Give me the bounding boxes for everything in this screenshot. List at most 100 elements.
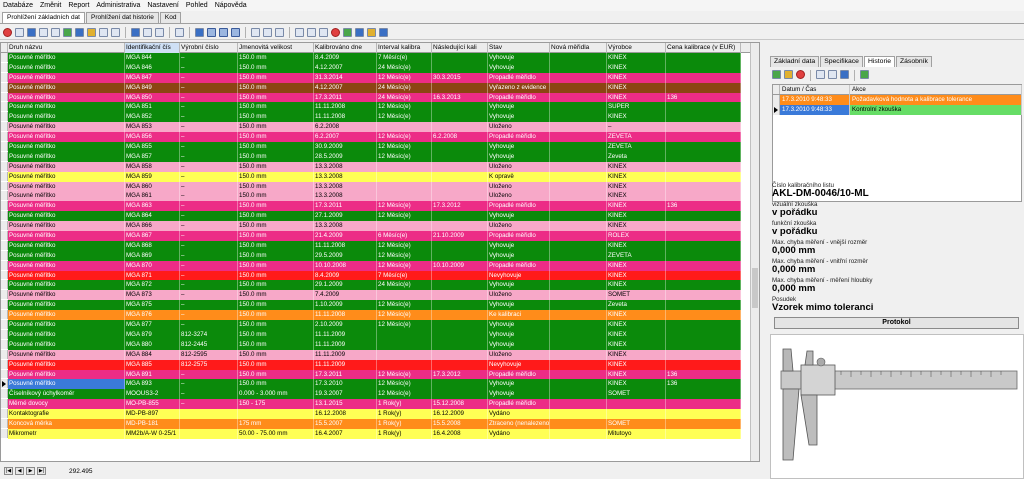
row-selector[interactable] bbox=[1, 359, 8, 369]
row-selector[interactable] bbox=[1, 270, 8, 280]
table-row[interactable]: Posuvné měřítko MGA 884 812-2595 150.0 mm 11… bbox=[1, 349, 759, 360]
doc-tab-0[interactable]: Prohlížení základních dat bbox=[2, 12, 85, 23]
table-row[interactable]: Posuvné měřítko MGA 861–150.0 mm 13.3.2008… bbox=[1, 191, 759, 202]
history-column-header[interactable]: Akce bbox=[850, 85, 1022, 95]
table-row[interactable]: Posuvné měřítko MGA 875–150.0 mm 1.10.2009… bbox=[1, 300, 759, 311]
tab-0[interactable]: Základní data bbox=[770, 56, 820, 67]
table-row[interactable]: Posuvné měřítko MGA 857–150.0 mm 28.5.2009… bbox=[1, 151, 759, 162]
row-selector[interactable] bbox=[1, 221, 8, 231]
column-header[interactable]: Stav bbox=[488, 43, 550, 53]
row-selector[interactable] bbox=[1, 379, 8, 389]
row-selector[interactable] bbox=[1, 132, 8, 142]
toolbar-action-32-icon[interactable] bbox=[367, 27, 376, 37]
table-row[interactable]: Posuvné měřítko MGA 864–150.0 mm 27.1.2009… bbox=[1, 211, 759, 222]
row-selector[interactable] bbox=[1, 409, 8, 418]
row-selector[interactable] bbox=[1, 72, 8, 82]
row-selector[interactable] bbox=[1, 280, 8, 290]
table-row[interactable]: Posuvné měřítko MGA 869–150.0 mm 29.5.2009… bbox=[1, 250, 759, 261]
table-row[interactable]: Měrné dovocy MO-PB-855–150 - 175 13.1.2015… bbox=[1, 399, 759, 410]
row-selector[interactable] bbox=[1, 418, 8, 428]
column-header[interactable]: Výrobce bbox=[607, 43, 666, 53]
scroll-thumb[interactable] bbox=[752, 268, 758, 308]
copy-icon[interactable] bbox=[51, 27, 60, 37]
table-row[interactable]: Posuvné měřítko MGA 858–150.0 mm 13.3.2008… bbox=[1, 161, 759, 172]
table-row[interactable]: Posuvné měřítko MGA 891–150.0 mm 17.3.2011… bbox=[1, 369, 759, 380]
row-selector[interactable] bbox=[1, 102, 8, 112]
delete-icon[interactable] bbox=[796, 70, 805, 79]
history-row[interactable]: 17.3.2010 9:48:33 Kontrolní zkouška bbox=[773, 105, 1022, 115]
instrument-grid[interactable]: Druh názvu Identifikační čís Výrobní číslo… bbox=[0, 42, 760, 462]
column-header[interactable]: Druh názvu bbox=[8, 43, 125, 53]
tab-2[interactable]: Historie bbox=[863, 56, 895, 67]
toolbar-action-20-icon[interactable] bbox=[231, 27, 240, 37]
menu-item-4[interactable]: Nastavení bbox=[147, 2, 179, 9]
next-record-button[interactable]: ▶ bbox=[26, 467, 35, 475]
table-row[interactable]: Posuvné měřítko MGA 863–150.0 mm 17.3.2011… bbox=[1, 201, 759, 212]
row-selector[interactable] bbox=[1, 300, 8, 310]
toolbar-action-17-icon[interactable] bbox=[195, 27, 204, 37]
table-row[interactable]: Posuvné měřítko MGA 877–150.0 mm 2.10.2009… bbox=[1, 320, 759, 330]
column-header[interactable]: Jmenovitá velikost bbox=[238, 43, 314, 53]
column-header[interactable]: Interval kalibra bbox=[377, 43, 432, 53]
preview-icon[interactable] bbox=[111, 27, 120, 37]
table-row[interactable]: Posuvné měřítko MGA 880 812-2445 150.0 mm 11… bbox=[1, 339, 759, 350]
column-header[interactable]: Cena kalibrace (v EUR) bbox=[666, 43, 741, 53]
toolbar-action-22-icon[interactable] bbox=[251, 27, 260, 37]
save-icon[interactable] bbox=[39, 27, 48, 37]
first-record-button[interactable]: |◀ bbox=[4, 467, 13, 475]
toolbar-action-26-icon[interactable] bbox=[295, 27, 304, 37]
row-selector[interactable] bbox=[1, 122, 8, 132]
refresh-icon[interactable] bbox=[772, 70, 781, 79]
filter-icon[interactable] bbox=[860, 70, 869, 79]
toolbar-action-12-icon[interactable] bbox=[143, 27, 152, 37]
link-icon[interactable] bbox=[75, 27, 84, 37]
table-row[interactable]: Posuvné měřítko MGA 851–150.0 mm 11.11.200… bbox=[1, 102, 759, 113]
row-selector[interactable] bbox=[1, 142, 8, 151]
row-selector[interactable] bbox=[1, 171, 8, 181]
table-row[interactable]: Posuvné měřítko MGA 876–150.0 mm 11.11.200… bbox=[1, 310, 759, 321]
doc-tab-1[interactable]: Prohlížení dat historie bbox=[86, 12, 159, 23]
protokol-button[interactable]: Protokol bbox=[774, 317, 1019, 329]
folder-icon[interactable] bbox=[784, 70, 793, 79]
exit-icon[interactable] bbox=[3, 27, 12, 37]
table-row[interactable]: Posuvné měřítko MGA 850–150.0 mm 17.3.2011… bbox=[1, 92, 759, 103]
row-selector[interactable] bbox=[1, 290, 8, 300]
history-row[interactable]: 17.3.2010 9:48:33 Požadavková hodnota a k… bbox=[773, 95, 1022, 105]
toolbar-action-30-icon[interactable] bbox=[343, 27, 352, 37]
chart-icon[interactable] bbox=[840, 70, 849, 79]
row-selector[interactable] bbox=[1, 320, 8, 329]
column-header[interactable]: Identifikační čís bbox=[125, 43, 180, 53]
row-selector[interactable] bbox=[1, 310, 8, 320]
row-selector[interactable] bbox=[1, 62, 8, 72]
toolbar-action-29-icon[interactable] bbox=[331, 27, 340, 37]
row-selector[interactable] bbox=[773, 95, 780, 105]
table-row[interactable]: Posuvné měřítko MGA 855–150.0 mm 30.9.2009… bbox=[1, 142, 759, 152]
open-icon[interactable] bbox=[27, 27, 36, 37]
toolbar-action-11-icon[interactable] bbox=[131, 27, 140, 37]
row-selector[interactable] bbox=[1, 399, 8, 409]
menu-item-2[interactable]: Report bbox=[68, 2, 89, 9]
table-row[interactable]: Posuvné měřítko MGA 867–150.0 mm 21.4.2009… bbox=[1, 231, 759, 241]
column-header[interactable]: Následující kali bbox=[432, 43, 488, 53]
prev-record-button[interactable]: ◀ bbox=[15, 467, 24, 475]
grid-vertical-scrollbar[interactable] bbox=[750, 43, 759, 461]
table-row[interactable]: Posuvné měřítko MGA 893–150.0 mm 17.3.2010… bbox=[1, 379, 759, 390]
folder-icon[interactable] bbox=[87, 27, 96, 37]
table-row[interactable]: Posuvné měřítko MGA 846–150.0 mm 4.12.2007… bbox=[1, 62, 759, 73]
row-selector[interactable] bbox=[1, 151, 8, 161]
print-icon[interactable] bbox=[99, 27, 108, 37]
row-selector[interactable] bbox=[1, 231, 8, 240]
toolbar-action-28-icon[interactable] bbox=[319, 27, 328, 37]
toolbar-action-15-icon[interactable] bbox=[175, 27, 184, 37]
menu-item-1[interactable]: Změnit bbox=[40, 2, 61, 9]
row-selector[interactable] bbox=[1, 428, 8, 438]
table-row[interactable]: Posuvné měřítko MGA 844–150.0 mm 8.4.2009 7… bbox=[1, 53, 759, 63]
table-row[interactable]: Posuvné měřítko MGA 868–150.0 mm 11.11.200… bbox=[1, 240, 759, 251]
row-selector[interactable] bbox=[1, 240, 8, 250]
table-row[interactable]: Posuvné měřítko MGA 849–150.0 mm 4.12.2007… bbox=[1, 82, 759, 93]
toolbar-action-24-icon[interactable] bbox=[275, 27, 284, 37]
row-selector[interactable] bbox=[1, 161, 8, 171]
row-selector[interactable] bbox=[1, 53, 8, 62]
toolbar-action-19-icon[interactable] bbox=[219, 27, 228, 37]
table-row[interactable]: Koncová měrka MD-PB-181 175 mm 15.5.2007 1 R… bbox=[1, 418, 759, 429]
